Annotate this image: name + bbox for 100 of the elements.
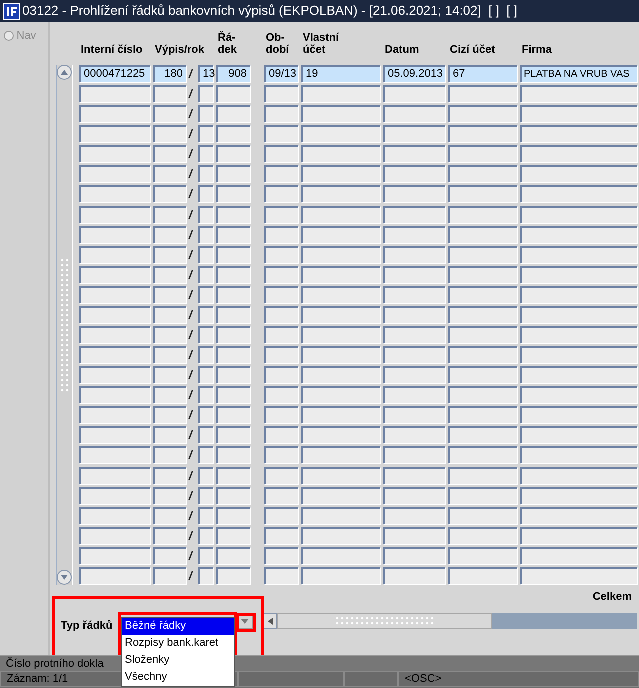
table-field[interactable] <box>301 125 381 144</box>
table-field[interactable] <box>383 185 446 204</box>
table-field[interactable] <box>301 165 381 184</box>
table-field[interactable] <box>301 266 381 284</box>
table-field[interactable] <box>301 406 381 424</box>
table-field[interactable] <box>301 546 381 565</box>
table-field[interactable] <box>79 286 151 304</box>
table-field[interactable] <box>79 506 151 525</box>
table-field[interactable] <box>301 246 381 264</box>
table-field[interactable] <box>301 346 381 364</box>
table-field[interactable] <box>198 246 214 264</box>
table-field[interactable] <box>520 546 638 565</box>
table-field[interactable] <box>153 185 187 204</box>
table-field[interactable] <box>383 286 446 304</box>
table-field[interactable] <box>520 426 638 444</box>
table-field[interactable] <box>79 105 151 124</box>
table-field[interactable] <box>383 206 446 224</box>
dropdown-option[interactable]: Všechny <box>122 669 234 686</box>
table-field[interactable] <box>198 526 214 545</box>
table-field[interactable] <box>264 346 299 364</box>
table-field[interactable] <box>301 226 381 244</box>
scroll-up-button[interactable] <box>57 65 72 80</box>
table-field[interactable] <box>520 206 638 224</box>
table-field[interactable] <box>264 185 299 204</box>
table-field[interactable] <box>153 266 187 284</box>
table-field[interactable] <box>264 105 299 124</box>
table-field[interactable] <box>216 366 251 384</box>
table-field[interactable] <box>216 125 251 144</box>
table-field[interactable]: PLATBA NA VRUB VAS <box>520 65 638 83</box>
table-field[interactable] <box>520 326 638 344</box>
table-field[interactable] <box>198 105 214 124</box>
table-field[interactable] <box>448 286 518 304</box>
table-field[interactable] <box>448 386 518 404</box>
table-field[interactable] <box>198 226 214 244</box>
table-field[interactable] <box>448 306 518 324</box>
table-field[interactable] <box>153 406 187 424</box>
table-field[interactable] <box>153 105 187 124</box>
table-field[interactable] <box>198 346 214 364</box>
table-field[interactable] <box>383 506 446 525</box>
table-field[interactable] <box>198 426 214 444</box>
table-field[interactable]: 180 <box>153 65 187 83</box>
table-field[interactable] <box>216 85 251 104</box>
table-field[interactable] <box>79 526 151 545</box>
table-field[interactable] <box>301 105 381 124</box>
table-field[interactable] <box>198 206 214 224</box>
table-field[interactable] <box>264 446 299 464</box>
table-field[interactable] <box>520 226 638 244</box>
table-field[interactable]: 09/13 <box>264 65 299 83</box>
table-field[interactable] <box>153 326 187 344</box>
table-field[interactable] <box>301 306 381 324</box>
table-field[interactable] <box>383 526 446 545</box>
table-field[interactable] <box>153 486 187 505</box>
table-field[interactable] <box>520 566 638 585</box>
table-field[interactable] <box>264 206 299 224</box>
table-field[interactable] <box>153 446 187 464</box>
table-field[interactable] <box>301 206 381 224</box>
table-field[interactable] <box>264 566 299 585</box>
table-field[interactable] <box>198 165 214 184</box>
table-field[interactable] <box>520 366 638 384</box>
table-field[interactable] <box>448 246 518 264</box>
scroll-down-button[interactable] <box>57 570 72 585</box>
table-field[interactable] <box>448 165 518 184</box>
table-field[interactable] <box>79 125 151 144</box>
table-field[interactable] <box>448 85 518 104</box>
table-field[interactable] <box>216 386 251 404</box>
table-field[interactable] <box>216 266 251 284</box>
table-field[interactable] <box>448 266 518 284</box>
table-field[interactable] <box>216 426 251 444</box>
table-field[interactable] <box>448 366 518 384</box>
table-field[interactable] <box>153 226 187 244</box>
table-field[interactable] <box>448 226 518 244</box>
table-field[interactable] <box>79 426 151 444</box>
table-field[interactable]: 908 <box>216 65 251 83</box>
table-field[interactable] <box>520 306 638 324</box>
table-field[interactable] <box>79 446 151 464</box>
table-field[interactable] <box>153 386 187 404</box>
table-field[interactable] <box>79 185 151 204</box>
table-field[interactable] <box>198 566 214 585</box>
table-field[interactable] <box>79 566 151 585</box>
table-field[interactable] <box>198 306 214 324</box>
table-field[interactable] <box>448 346 518 364</box>
table-field[interactable] <box>79 246 151 264</box>
table-field[interactable] <box>264 386 299 404</box>
table-field[interactable] <box>301 526 381 545</box>
table-field[interactable] <box>448 506 518 525</box>
table-field[interactable] <box>198 506 214 525</box>
table-field[interactable] <box>216 446 251 464</box>
table-field[interactable] <box>79 386 151 404</box>
table-field[interactable] <box>520 246 638 264</box>
table-field[interactable] <box>79 306 151 324</box>
table-field[interactable] <box>79 206 151 224</box>
table-field[interactable] <box>301 506 381 525</box>
table-field[interactable] <box>264 286 299 304</box>
vertical-scrollbar[interactable] <box>56 65 73 585</box>
table-field[interactable]: 67 <box>448 65 518 83</box>
table-field[interactable] <box>264 366 299 384</box>
table-field[interactable] <box>79 85 151 104</box>
table-field[interactable] <box>216 185 251 204</box>
table-field[interactable] <box>198 266 214 284</box>
scroll-left-button[interactable] <box>263 613 277 629</box>
